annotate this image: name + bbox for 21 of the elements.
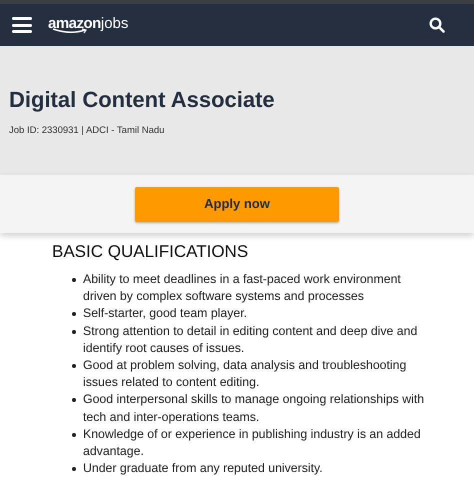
qualification-item: Good interpersonal skills to manage ongoing relationships with tech and inter-operations teams. — [83, 391, 426, 426]
qualification-item: Under graduate from any reputed university. — [83, 460, 324, 478]
bullet-icon — [72, 312, 76, 316]
qualification-item: Knowledge of or experience in publishing industry is an added advantage. — [83, 426, 422, 460]
section-heading: BASIC QUALIFICATIONS — [52, 241, 250, 263]
search-icon[interactable] — [429, 17, 445, 33]
bullet-icon — [72, 467, 76, 472]
bullet-icon — [72, 364, 76, 368]
qualification-item: Good at problem solving, data analysis and troubleshooting issues related to content editing. — [83, 357, 408, 392]
menu-icon[interactable] — [12, 17, 32, 33]
job-meta: Job ID: 2330931 | ADCI - Tamil Nadu — [9, 124, 166, 138]
bullet-icon — [72, 398, 76, 402]
job-title: Digital Content Associate — [9, 86, 276, 114]
amazon-jobs-logo[interactable]: amazonjobs — [48, 16, 128, 34]
qualification-item: Ability to meet deadlines in a fast-paced work environment driven by complex software systems and processes — [83, 271, 402, 306]
apply-now-button[interactable]: Apply now — [135, 186, 339, 222]
bullet-icon — [72, 278, 76, 282]
qualification-item: Self-starter, good team player. — [83, 305, 248, 322]
qualification-item: Strong attention to detail in editing content and deep dive and identify root causes of issues. — [83, 322, 418, 357]
bullet-icon — [72, 432, 76, 437]
bullet-icon — [72, 330, 76, 334]
